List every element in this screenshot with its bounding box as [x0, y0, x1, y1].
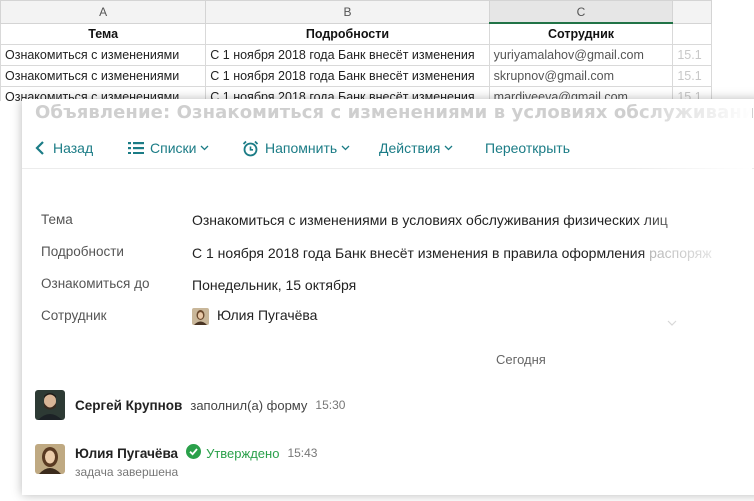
- author-name[interactable]: Юлия Пугачёва: [75, 446, 178, 461]
- avatar: [192, 307, 209, 325]
- table-cell[interactable]: Ознакомиться с изменениями: [0, 65, 207, 87]
- column-letter-empty[interactable]: [672, 0, 712, 24]
- avatar: [35, 390, 65, 420]
- card-title: Объявление: Ознакомиться с изменениями в…: [35, 102, 754, 123]
- details-label: Подробности: [41, 244, 124, 259]
- toolbar: Назад Списки Напомнить Действия Переоткр…: [22, 133, 754, 163]
- column-letter[interactable]: A: [0, 0, 207, 24]
- toolbar-divider: [22, 168, 754, 169]
- column-letter[interactable]: B: [205, 0, 490, 24]
- chevron-down-icon: [444, 145, 453, 151]
- details-text: С 1 ноября 2018 года Банк внесёт изменен…: [192, 245, 650, 261]
- status-badge: Утверждено: [186, 444, 279, 462]
- table-cell[interactable]: skrupnov@gmail.com: [488, 65, 674, 87]
- header-cell[interactable]: Сотрудник: [488, 22, 674, 45]
- activity-text: заполнил(а) форму: [190, 397, 308, 413]
- chevron-left-icon: [35, 141, 45, 155]
- details-value: С 1 ноября 2018 года Банк внесёт изменен…: [192, 245, 712, 261]
- topic-value: Ознакомиться с изменениями в условиях об…: [192, 212, 668, 228]
- back-button[interactable]: Назад: [35, 140, 93, 156]
- chevron-down-icon: [200, 145, 209, 151]
- check-circle-icon: [186, 444, 206, 462]
- actions-menu-button[interactable]: Действия: [379, 140, 453, 156]
- due-date-label: Ознакомиться до: [41, 276, 150, 291]
- alarm-clock-icon: [242, 140, 259, 157]
- header-cell[interactable]: Подробности: [205, 22, 490, 45]
- table-cell[interactable]: 15.1: [672, 44, 712, 66]
- lists-label: Списки: [150, 140, 197, 156]
- activity-time: 15:43: [287, 446, 318, 460]
- topic-label: Тема: [41, 212, 73, 227]
- due-date-value: Понедельник, 15 октября: [192, 277, 357, 293]
- spreadsheet-table: A B C Тема Подробности Сотрудник Ознаком…: [0, 0, 712, 101]
- actions-label: Действия: [379, 140, 441, 156]
- activity-note: задача завершена: [75, 465, 179, 479]
- back-label: Назад: [53, 140, 94, 156]
- day-separator: Сегодня: [496, 352, 546, 367]
- employee-value[interactable]: Юлия Пугачёва: [192, 307, 317, 325]
- table-header-row: Тема Подробности Сотрудник: [0, 22, 712, 45]
- employee-label: Сотрудник: [41, 308, 107, 323]
- reopen-label: Переоткрыть: [485, 140, 570, 156]
- table-cell[interactable]: Ознакомиться с изменениями: [0, 44, 207, 66]
- chevron-down-icon[interactable]: [667, 313, 677, 331]
- spreadsheet-background: A B C Тема Подробности Сотрудник Ознаком…: [0, 0, 712, 101]
- remind-label: Напомнить: [265, 140, 338, 156]
- chevron-down-icon: [341, 145, 350, 151]
- activity-item: Сергей Крупнов заполнил(а) форму 15:30: [35, 390, 345, 420]
- column-header-row: A B C: [0, 0, 712, 24]
- table-row: Ознакомиться с изменениями С 1 ноября 20…: [0, 65, 712, 87]
- table-cell[interactable]: С 1 ноября 2018 года Банк внесёт изменен…: [205, 44, 490, 66]
- header-cell-empty[interactable]: [672, 22, 712, 45]
- table-cell[interactable]: yuriyamalahov@gmail.com: [488, 44, 674, 66]
- lists-menu-button[interactable]: Списки: [128, 140, 209, 156]
- reopen-button[interactable]: Переоткрыть: [485, 140, 570, 156]
- header-cell[interactable]: Тема: [0, 22, 207, 45]
- activity-item: Юлия Пугачёва Утверждено 15:43 задача за…: [35, 444, 317, 479]
- list-icon: [128, 142, 144, 154]
- avatar: [35, 444, 65, 474]
- author-name[interactable]: Сергей Крупнов: [75, 398, 182, 413]
- activity-time: 15:30: [315, 398, 346, 412]
- column-letter[interactable]: C: [488, 0, 674, 24]
- details-text-overflow: распоряж: [649, 245, 712, 261]
- table-cell[interactable]: 15.1: [672, 65, 712, 87]
- remind-menu-button[interactable]: Напомнить: [242, 140, 350, 157]
- table-cell[interactable]: С 1 ноября 2018 года Банк внесёт изменен…: [205, 65, 490, 87]
- employee-name: Юлия Пугачёва: [217, 307, 318, 323]
- status-text: Утверждено: [206, 445, 280, 461]
- announcement-card: Объявление: Ознакомиться с изменениями в…: [22, 99, 754, 495]
- table-row: Ознакомиться с изменениями С 1 ноября 20…: [0, 44, 712, 66]
